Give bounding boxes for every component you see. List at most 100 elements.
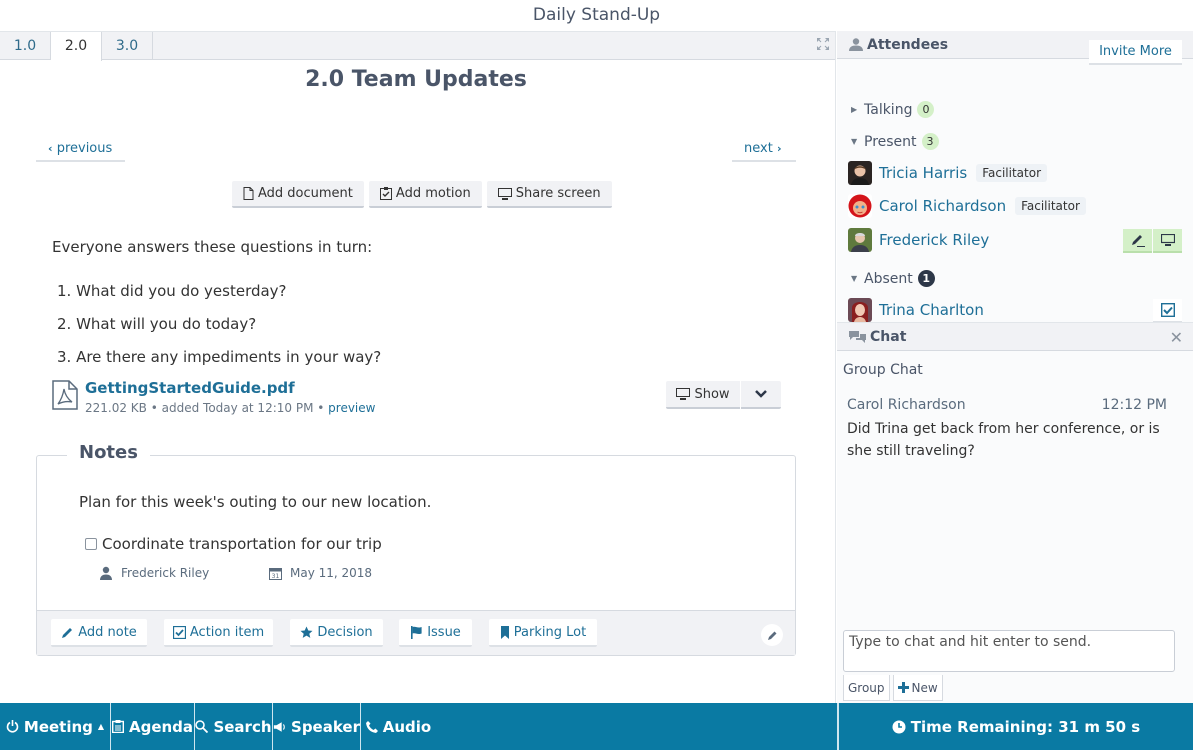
speaker-button[interactable]: Speaker (273, 703, 361, 750)
invite-more-button[interactable]: Invite More (1089, 40, 1182, 65)
chat-header: Chat ✕ (837, 323, 1193, 351)
close-chat-icon[interactable]: ✕ (1170, 328, 1183, 347)
next-button[interactable]: next › (732, 138, 796, 162)
absent-count-badge: 1 (917, 270, 935, 287)
time-remaining-text: Time Remaining: 31 m 50 s (910, 717, 1141, 736)
document-icon (243, 187, 254, 200)
chat-group-title: Group Chat (843, 362, 923, 378)
facilitator-badge: Facilitator (976, 164, 1047, 182)
parking-lot-label: Parking Lot (513, 624, 587, 640)
clipboard-list-icon (111, 720, 124, 733)
tab-2-0[interactable]: 2.0 (51, 32, 102, 61)
absent-group-toggle[interactable]: ▼ Absent 1 (851, 270, 935, 287)
question-list: 1. What did you do yesterday? 2. What wi… (57, 282, 381, 381)
attendee-row: Carol Richardson Facilitator (848, 194, 1086, 218)
action-item-checkbox[interactable] (85, 538, 97, 550)
attendee-row: Frederick Riley (848, 228, 989, 252)
separator: • (150, 401, 158, 415)
absent-label: Absent (864, 270, 913, 287)
edit-notes-button[interactable] (761, 624, 783, 646)
grant-edit-button[interactable] (1123, 229, 1152, 253)
comments-icon (849, 331, 866, 343)
attachment-name-link[interactable]: GettingStartedGuide.pdf (85, 379, 295, 397)
agenda-label: Agenda (128, 717, 194, 736)
add-document-button[interactable]: Add document (232, 181, 364, 208)
show-options-dropdown[interactable] (741, 381, 781, 409)
due-date: May 11, 2018 (290, 566, 373, 580)
monitor-icon (1160, 234, 1175, 246)
search-button[interactable]: Search (195, 703, 273, 750)
bookmark-icon (500, 625, 509, 639)
action-item-due-date: 31 May 11, 2018 (269, 566, 372, 580)
new-chat-button[interactable]: New (892, 675, 943, 701)
attendee-name[interactable]: Tricia Harris (879, 164, 967, 182)
phone-icon (365, 720, 378, 733)
message-author: Carol Richardson (847, 397, 966, 413)
share-screen-button[interactable]: Share screen (486, 181, 612, 208)
tab-3-0[interactable]: 3.0 (102, 32, 153, 60)
mark-attendance-button[interactable] (1153, 299, 1182, 323)
parking-lot-button[interactable]: Parking Lot (489, 619, 597, 647)
agenda-button[interactable]: Agenda (111, 703, 195, 750)
expand-icon[interactable] (817, 38, 829, 50)
pencil-icon (1131, 235, 1145, 247)
chat-panel: Chat ✕ Group Chat Carol Richardson 12:12… (837, 322, 1193, 675)
clock-icon (892, 720, 906, 733)
decision-button[interactable]: Decision (290, 619, 383, 647)
pencil-icon (62, 627, 73, 638)
caret-up-icon: ▲ (97, 722, 105, 731)
show-button[interactable]: Show (666, 381, 740, 409)
attachment-added: added Today at 12:10 PM (161, 401, 314, 415)
attendees-title: Attendees (867, 36, 949, 53)
add-note-label: Add note (78, 624, 137, 640)
meeting-menu-button[interactable]: Meeting ▲ (0, 703, 111, 750)
notes-heading: Notes (67, 442, 150, 463)
add-motion-button[interactable]: Add motion (368, 181, 482, 208)
previous-button[interactable]: ‹ previous (36, 138, 125, 162)
note-text: Plan for this week's outing to our new l… (79, 493, 432, 511)
issue-button[interactable]: Issue (399, 619, 472, 647)
tab-1-0[interactable]: 1.0 (0, 32, 51, 60)
side-panel: Attendees ✕ Invite More ▶ Talking 0 ▼ Pr… (837, 31, 1193, 703)
present-group-toggle[interactable]: ▼ Present 3 (851, 133, 939, 150)
pdf-file-icon (52, 380, 78, 410)
add-motion-label: Add motion (395, 185, 471, 201)
power-icon (6, 720, 19, 733)
avatar (848, 161, 872, 185)
chat-input[interactable] (843, 630, 1175, 672)
issue-label: Issue (427, 624, 461, 640)
avatar (848, 228, 872, 252)
action-item-assignee: Frederick Riley (99, 566, 209, 580)
attendee-name[interactable]: Frederick Riley (879, 231, 989, 249)
checkbox-icon (172, 625, 186, 639)
window-title: Daily Stand-Up (0, 0, 1193, 31)
chat-tab-group[interactable]: Group (843, 675, 890, 701)
notes-section: Notes Plan for this week's outing to our… (36, 442, 796, 656)
monitor-icon (497, 187, 512, 200)
message-text: Did Trina get back from her conference, … (847, 421, 1160, 459)
previous-label: previous (56, 141, 113, 156)
preview-link[interactable]: preview (328, 401, 375, 415)
talking-group-toggle[interactable]: ▶ Talking 0 (851, 101, 935, 118)
action-item-label: Coordinate transportation for our trip (102, 535, 382, 553)
user-icon (849, 38, 863, 51)
grant-screen-share-button[interactable] (1153, 229, 1182, 253)
add-note-button[interactable]: Add note (51, 619, 147, 647)
share-screen-label: Share screen (515, 185, 601, 201)
present-label: Present (864, 133, 917, 150)
avatar (848, 194, 872, 218)
agenda-item-title: 2.0 Team Updates (305, 67, 527, 92)
checkbox-checked-icon (1160, 303, 1175, 317)
attendee-name[interactable]: Carol Richardson (879, 197, 1006, 215)
user-icon (100, 566, 112, 580)
show-button-group: Show (666, 381, 781, 409)
pencil-icon (767, 631, 776, 640)
assignee-name: Frederick Riley (121, 566, 210, 580)
search-icon (195, 720, 209, 733)
plus-icon (897, 682, 909, 693)
megaphone-icon (273, 721, 285, 732)
attendee-name[interactable]: Trina Charlton (879, 301, 984, 319)
action-item-button[interactable]: Action item (164, 619, 273, 647)
audio-button[interactable]: Audio (361, 703, 436, 750)
question-item: 2. What will you do today? (57, 315, 257, 333)
